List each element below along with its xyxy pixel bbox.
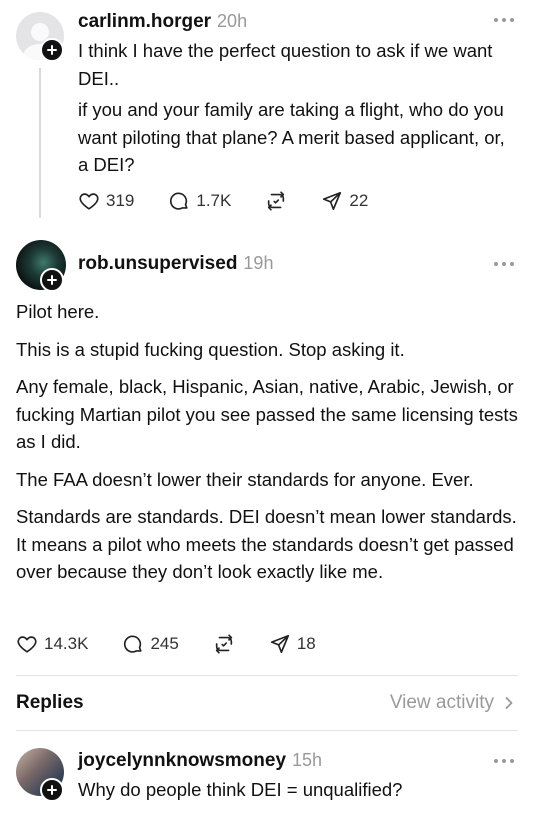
heart-icon	[79, 193, 99, 210]
like-count: 319	[106, 191, 135, 210]
timestamp: 19h	[243, 253, 274, 273]
post-paragraph: if you and your family are taking a flig…	[78, 99, 505, 175]
comment-count: 1.7K	[196, 191, 232, 210]
replies-label: Replies	[16, 692, 84, 713]
comment-icon	[170, 192, 188, 210]
post-paragraph: Any female, black, Hispanic, Asian, nati…	[16, 376, 518, 452]
username-text[interactable]: rob.unsupervised	[78, 253, 237, 274]
post-paragraph: Pilot here.	[16, 301, 100, 322]
chevron-right-icon	[505, 697, 513, 709]
follow-plus-icon[interactable]	[40, 268, 64, 292]
timestamp: 15h	[292, 750, 323, 770]
post-paragraph: The FAA doesn’t lower their standards fo…	[16, 468, 474, 490]
repost-button[interactable]	[213, 633, 235, 655]
comment-icon	[124, 635, 143, 653]
repost-icon	[215, 634, 232, 654]
post-paragraph: Why do people think DEI = unqualified?	[78, 779, 403, 800]
view-activity-label[interactable]: View activity	[390, 692, 494, 714]
like-button[interactable]: 319	[78, 190, 134, 212]
more-options-icon[interactable]	[494, 16, 514, 24]
reply-joycelynnknowsmoney: joycelynnknowsmoney 15h Why do people thi…	[0, 730, 534, 810]
comment-count: 245	[150, 634, 179, 653]
thread-line	[39, 68, 41, 218]
post-rob-unsupervised: rob.unsupervised 19h Pilot here. This is …	[0, 230, 534, 676]
more-options-icon[interactable]	[494, 260, 514, 268]
post-body: Why do people think DEI = unqualified?	[78, 776, 518, 814]
comment-button[interactable]: 1.7K	[168, 190, 231, 212]
post-body: Pilot here. This is a stupid fucking que…	[16, 298, 520, 596]
share-button[interactable]: 22	[321, 190, 368, 212]
username-text[interactable]: carlinm.horger	[78, 11, 211, 32]
follow-plus-icon[interactable]	[40, 38, 64, 62]
post-actions: 14.3K 245 18	[16, 631, 350, 657]
like-button[interactable]: 14.3K	[16, 633, 88, 655]
comment-button[interactable]: 245	[122, 633, 179, 655]
share-count: 18	[296, 634, 316, 653]
post-actions: 319 1.7K 22	[78, 188, 402, 214]
replies-header: Replies View activity	[0, 676, 534, 730]
view-activity-link[interactable]: View activity	[390, 692, 516, 714]
share-button[interactable]: 18	[269, 633, 316, 655]
username[interactable]: rob.unsupervised 19h	[78, 253, 273, 275]
username-text[interactable]: joycelynnknowsmoney	[78, 750, 286, 771]
post-paragraph: Standards are standards. DEI doesn’t mea…	[16, 506, 517, 582]
heart-icon	[17, 636, 37, 653]
send-icon	[323, 191, 342, 211]
like-count: 14.3K	[44, 634, 89, 653]
post-body: I think I have the perfect question to a…	[78, 37, 518, 189]
send-icon	[270, 634, 289, 654]
post-paragraph: I think I have the perfect question to a…	[78, 40, 493, 89]
username[interactable]: carlinm.horger 20h	[78, 11, 247, 33]
share-count: 22	[349, 191, 369, 210]
post-paragraph: This is a stupid fucking question. Stop …	[16, 338, 405, 360]
repost-icon	[268, 191, 285, 211]
repost-button[interactable]	[265, 190, 287, 212]
follow-plus-icon[interactable]	[40, 778, 64, 802]
timestamp: 20h	[217, 11, 248, 31]
more-options-icon[interactable]	[494, 757, 514, 765]
username[interactable]: joycelynnknowsmoney 15h	[78, 750, 322, 772]
post-carlinm-horger: carlinm.horger 20h I think I have the per…	[0, 0, 534, 230]
